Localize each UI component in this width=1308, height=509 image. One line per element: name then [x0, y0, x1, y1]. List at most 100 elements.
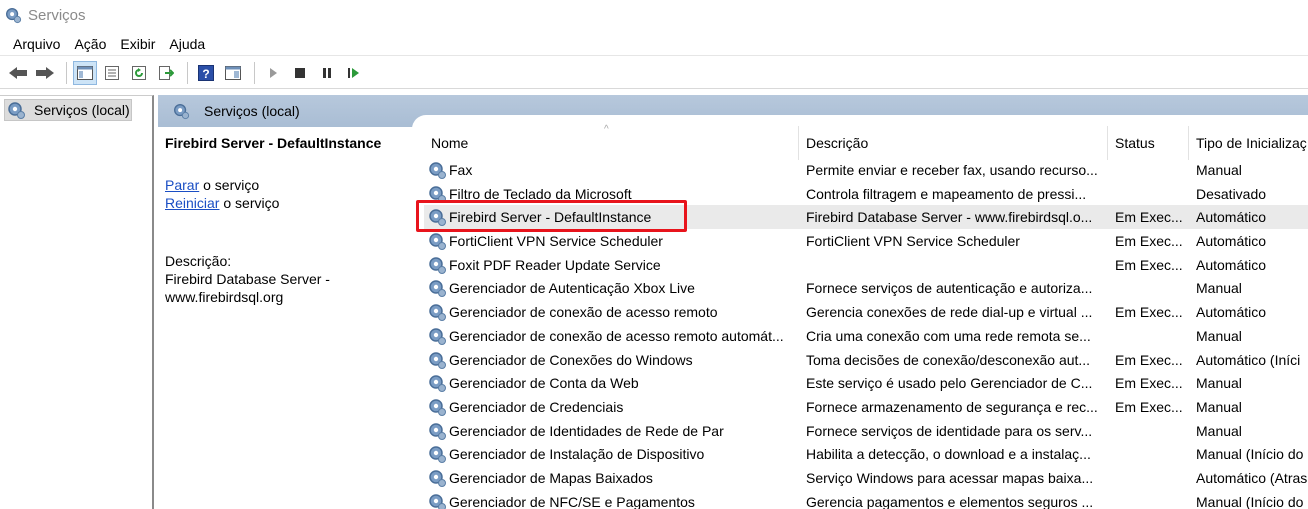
service-gear-icon: [429, 162, 446, 179]
column-divider[interactable]: [798, 126, 799, 160]
description-text-line2: www.firebirdsql.org: [165, 289, 284, 305]
forward-button[interactable]: [33, 61, 57, 85]
back-icon: [9, 66, 27, 79]
window-title: Serviços: [28, 6, 86, 24]
service-description: Habilita a detecção, o download e a inst…: [806, 446, 1091, 463]
service-startup-type: Automático: [1196, 233, 1267, 250]
tree-item-label: Serviços (local): [34, 102, 130, 118]
service-name: Gerenciador de Conta da Web: [449, 375, 639, 392]
service-gear-icon: [429, 280, 446, 298]
service-description: Fornece serviços de autenticação e autor…: [806, 280, 1093, 297]
service-startup-type: Desativado: [1196, 185, 1267, 202]
service-row[interactable]: Gerenciador de Credenciais Fornece armaze…: [424, 395, 1308, 419]
service-row[interactable]: Gerenciador de Autenticação Xbox Live For…: [424, 276, 1308, 300]
service-status: Em Exec...: [1115, 233, 1183, 250]
service-status: [1115, 419, 1195, 443]
service-row[interactable]: Foxit PDF Reader Update Service Em Exec..…: [424, 253, 1308, 277]
service-startup-type: Manual: [1196, 327, 1242, 344]
service-gear-icon: [429, 304, 446, 322]
service-row[interactable]: Gerenciador de Mapas Baixados Serviço Win…: [424, 466, 1308, 490]
toolbar: ?: [0, 57, 1308, 89]
service-row[interactable]: Gerenciador de Conta da Web Este serviço …: [424, 371, 1308, 395]
pause-button[interactable]: [315, 61, 339, 85]
restart-service-suffix: o serviço: [219, 195, 280, 211]
service-description: Gerencia conexões de rede dial-up e virt…: [806, 304, 1093, 321]
view-button[interactable]: [221, 61, 245, 85]
service-name-cell: FortiClient VPN Service Scheduler: [427, 229, 799, 253]
toolbar-separator: [254, 61, 255, 84]
service-status: [1115, 466, 1195, 490]
service-gear-icon: [429, 375, 446, 393]
service-name: Fax: [449, 162, 473, 178]
service-gear-icon: [429, 233, 446, 251]
service-description: [806, 253, 1106, 277]
service-gear-icon: [429, 351, 446, 369]
service-status: [1115, 276, 1195, 300]
stop-button[interactable]: [288, 61, 312, 85]
service-status: [1115, 158, 1195, 182]
service-gear-icon: [429, 399, 446, 416]
console-tree-icon: [77, 65, 93, 80]
back-button[interactable]: [6, 61, 30, 85]
column-header-startup-type[interactable]: Tipo de Inicializaç: [1196, 126, 1308, 160]
service-row[interactable]: Gerenciador de Conexões do Windows Toma d…: [424, 348, 1308, 372]
service-row[interactable]: Gerenciador de Identidades de Rede de Pa…: [424, 419, 1308, 443]
column-header-status[interactable]: Status: [1115, 126, 1195, 160]
title-bar: Serviços: [0, 0, 1308, 30]
service-name: FortiClient VPN Service Scheduler: [449, 233, 663, 250]
console-tree-button[interactable]: [73, 60, 97, 85]
menu-ajuda[interactable]: Ajuda: [162, 36, 212, 52]
menu-exibir[interactable]: Exibir: [113, 36, 162, 52]
services-gear-icon: [174, 104, 190, 120]
menu-acao[interactable]: Ação: [67, 36, 113, 52]
export-list-button[interactable]: [154, 61, 178, 85]
service-details: Firebird Server - DefaultInstance Parar …: [165, 135, 405, 306]
service-row[interactable]: FortiClient VPN Service Scheduler FortiCl…: [424, 229, 1308, 253]
service-row[interactable]: Gerenciador de conexão de acesso remoto …: [424, 324, 1308, 348]
services-gear-icon: [8, 102, 25, 119]
service-gear-icon: [429, 470, 446, 487]
service-gear-icon: [429, 257, 446, 274]
toolbar-separator: [187, 61, 188, 84]
services-gear-icon: [6, 8, 22, 24]
restart-service-link[interactable]: Reiniciar: [165, 195, 219, 211]
column-header-description[interactable]: Descrição: [806, 126, 1106, 160]
description-text-line1: Firebird Database Server -: [165, 271, 330, 287]
restart-icon: [348, 67, 359, 78]
service-name: Gerenciador de Identidades de Rede de Pa…: [449, 422, 724, 439]
service-name-cell: Gerenciador de conexão de acesso remoto: [427, 300, 799, 324]
service-name-cell: Fax: [427, 158, 799, 182]
service-row[interactable]: Gerenciador de NFC/SE e Pagamentos Gerenc…: [424, 490, 1308, 509]
stop-service-link[interactable]: Parar: [165, 177, 199, 193]
service-name: Gerenciador de Mapas Baixados: [449, 469, 653, 486]
service-name: Gerenciador de NFC/SE e Pagamentos: [449, 493, 695, 509]
panel-header-label: Serviços (local): [204, 103, 300, 119]
service-name: Gerenciador de Credenciais: [449, 398, 624, 415]
restart-button[interactable]: [342, 61, 366, 85]
help-button[interactable]: ?: [194, 61, 218, 85]
service-name: Gerenciador de Conexões do Windows: [449, 351, 693, 368]
column-divider[interactable]: [1107, 126, 1108, 160]
help-icon: ?: [198, 64, 214, 81]
stop-icon: [295, 67, 305, 78]
tree-item-services-local[interactable]: Serviços (local): [4, 99, 132, 121]
service-startup-type: Manual: [1196, 422, 1242, 439]
view-icon: [225, 65, 241, 80]
service-startup-type: Automático (Atras: [1196, 469, 1308, 486]
service-startup-type: Manual (Início do: [1196, 446, 1304, 463]
service-status: [1115, 182, 1195, 206]
service-description: Fornece serviços de identidade para os s…: [806, 422, 1093, 439]
service-row[interactable]: Gerenciador de Instalação de Dispositivo…: [424, 442, 1308, 466]
refresh-button[interactable]: [127, 61, 151, 85]
service-description: Controla filtragem e mapeamento de press…: [806, 185, 1087, 202]
properties-button[interactable]: [100, 61, 124, 85]
column-header-name[interactable]: Nome: [431, 126, 801, 160]
selected-service-title: Firebird Server - DefaultInstance: [165, 135, 382, 151]
column-divider[interactable]: [1188, 126, 1189, 160]
start-button[interactable]: [261, 61, 285, 85]
service-name-cell: Gerenciador de Credenciais: [427, 395, 799, 419]
menu-arquivo[interactable]: Arquivo: [6, 36, 67, 52]
service-row[interactable]: Fax Permite enviar e receber fax, usando …: [424, 158, 1308, 182]
service-name-cell: Gerenciador de Conta da Web: [427, 371, 799, 395]
service-row[interactable]: Gerenciador de conexão de acesso remoto G…: [424, 300, 1308, 324]
